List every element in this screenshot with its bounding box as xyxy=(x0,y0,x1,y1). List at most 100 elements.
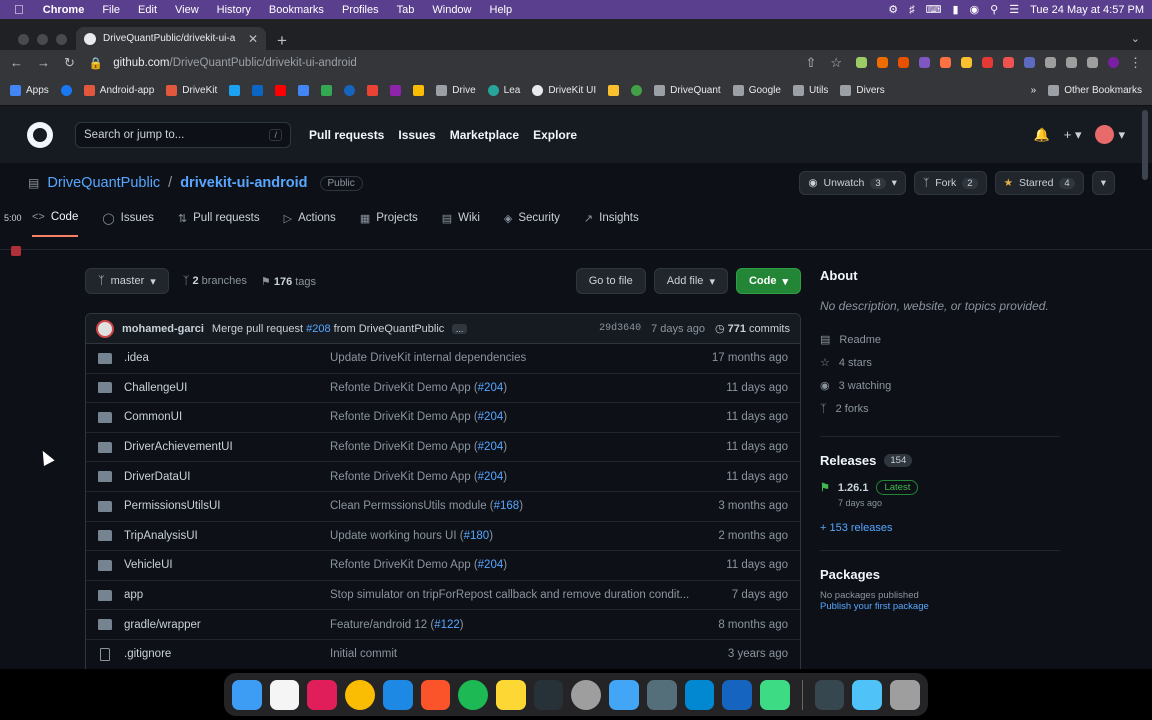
spotify-icon[interactable] xyxy=(458,679,489,710)
file-commit-message[interactable]: Stop simulator on tripForRepost callback… xyxy=(330,589,732,601)
commit-expand-button[interactable]: ... xyxy=(451,323,468,334)
clock[interactable]: Tue 24 May at 4:57 PM xyxy=(1030,4,1144,16)
close-tab-icon[interactable]: ✕ xyxy=(248,32,258,46)
forks-link[interactable]: ᛉ 2 forks xyxy=(820,397,1060,420)
bookmarks-overflow-icon[interactable]: » xyxy=(1031,85,1037,96)
sidebar-icon[interactable] xyxy=(1087,57,1098,68)
nav-explore[interactable]: Explore xyxy=(533,128,577,142)
file-commit-pr-link[interactable]: #204 xyxy=(478,559,504,571)
bookmark-star-icon[interactable]: ☆ xyxy=(830,55,842,71)
extension-icon[interactable] xyxy=(919,57,930,68)
screen-share-icon[interactable] xyxy=(684,679,715,710)
file-name-link[interactable]: VehicleUI xyxy=(124,559,330,571)
file-name-link[interactable]: DriverDataUI xyxy=(124,471,330,483)
lock-icon[interactable]: 🔒 xyxy=(89,56,103,70)
releases-heading[interactable]: Releases 154 xyxy=(820,453,1060,468)
tab-actions[interactable]: ▷ Actions xyxy=(284,211,336,237)
more-releases-link[interactable]: + 153 releases xyxy=(820,522,1060,534)
file-name-link[interactable]: ChallengeUI xyxy=(124,382,330,394)
search-status-icon[interactable]: ⚲ xyxy=(990,3,998,16)
latest-release[interactable]: ⚑ 1.26.1 Latest xyxy=(820,480,1060,495)
bookmark-drivequant[interactable]: DriveQuant xyxy=(654,84,721,96)
tab-security[interactable]: ◈ Security xyxy=(504,211,560,237)
bookmark-youtube[interactable] xyxy=(275,84,287,96)
user-menu[interactable]: ▾ xyxy=(1095,125,1125,144)
xcode-icon[interactable] xyxy=(609,679,639,710)
extension-icon[interactable] xyxy=(982,57,993,68)
forward-icon[interactable]: → xyxy=(37,55,50,70)
android-studio-icon[interactable] xyxy=(760,679,790,710)
menu-file[interactable]: File xyxy=(93,4,129,16)
bookmark-apps[interactable]: Apps xyxy=(10,84,49,96)
bell-icon[interactable]: 🔔 xyxy=(1034,127,1050,143)
table-row[interactable]: CommonUI Refonte DriveKit Demo App (#204)… xyxy=(86,403,800,433)
tab-pull-requests[interactable]: ⇅ Pull requests xyxy=(178,211,260,237)
unwatch-button[interactable]: ◉ Unwatch 3 ▾ xyxy=(799,171,906,195)
extension-icon[interactable] xyxy=(961,57,972,68)
table-row[interactable]: ChallengeUI Refonte DriveKit Demo App (#2… xyxy=(86,374,800,404)
system-preferences-icon[interactable] xyxy=(571,679,602,710)
gear-status-icon[interactable]: ⚙ xyxy=(888,3,898,16)
plus-dropdown-icon[interactable]: + ▾ xyxy=(1064,127,1082,143)
bookmark-calendar[interactable] xyxy=(298,84,310,96)
control-center-icon[interactable]: ☰ xyxy=(1009,3,1019,16)
reload-icon[interactable]: ↻ xyxy=(64,55,75,71)
table-row[interactable]: .idea Update DriveKit internal dependenci… xyxy=(86,344,800,374)
proxyman-icon[interactable] xyxy=(722,679,753,710)
bookmark-google[interactable]: Google xyxy=(732,84,781,96)
keyboard-status-icon[interactable]: ⌨ xyxy=(926,3,942,16)
bookmark-paypal[interactable] xyxy=(344,84,356,96)
fork-button[interactable]: ᛉ Fork 2 xyxy=(913,171,987,195)
star-lists-button[interactable]: ▾ xyxy=(1091,171,1115,195)
file-commit-message[interactable]: Refonte DriveKit Demo App (#204) xyxy=(330,411,726,423)
extension-icon[interactable] xyxy=(877,57,888,68)
commit-message[interactable]: Merge pull request #208 from DriveQuantP… xyxy=(212,323,444,335)
add-file-button[interactable]: Add file ▾ xyxy=(653,268,728,294)
go-to-file-button[interactable]: Go to file xyxy=(575,268,646,294)
menu-history[interactable]: History xyxy=(208,4,260,16)
file-name-link[interactable]: .gitignore xyxy=(124,648,330,660)
bookmark-gmail[interactable] xyxy=(367,84,379,96)
file-commit-pr-link[interactable]: #204 xyxy=(478,441,504,453)
file-commit-message[interactable]: Feature/android 12 (#122) xyxy=(330,619,718,631)
file-commit-message[interactable]: Refonte DriveKit Demo App (#204) xyxy=(330,559,726,571)
tab-issues[interactable]: ◯ Issues xyxy=(102,211,154,237)
commit-hash[interactable]: 29d3640 xyxy=(599,323,641,334)
bookmark-android-app[interactable]: Android-app xyxy=(83,84,154,96)
file-name-link[interactable]: app xyxy=(124,589,330,601)
new-tab-icon[interactable]: + xyxy=(277,31,287,51)
table-row[interactable]: app Stop simulator on tripForRepost callb… xyxy=(86,581,800,611)
table-row[interactable]: gradle/wrapper Feature/android 12 (#122) 8… xyxy=(86,610,800,640)
trash-icon[interactable] xyxy=(890,679,920,710)
bookmark-maps[interactable] xyxy=(321,84,333,96)
browser-tab-active[interactable]: DriveQuantPublic/drivekit-ui-a ✕ xyxy=(76,27,266,50)
finder-icon[interactable] xyxy=(232,679,262,710)
recent-window-icon[interactable] xyxy=(852,679,883,710)
file-commit-message[interactable]: Refonte DriveKit Demo App (#204) xyxy=(330,441,726,453)
bookmark-divers[interactable]: Divers xyxy=(840,84,885,96)
table-row[interactable]: PermissionsUtilsUI Clean PermssionsUtils … xyxy=(86,492,800,522)
file-commit-pr-link[interactable]: #204 xyxy=(478,471,504,483)
terminal-icon[interactable] xyxy=(533,679,564,710)
bookmark-drivekit[interactable]: DriveKit xyxy=(166,84,217,96)
page-scrollbar[interactable] xyxy=(1142,110,1148,180)
file-commit-message[interactable]: Update DriveKit internal dependencies xyxy=(330,352,712,364)
file-commit-pr-link[interactable]: #168 xyxy=(494,500,520,512)
bookmark-lea[interactable]: Lea xyxy=(487,84,520,96)
bookmark-drivekit-ui[interactable]: DriveKit UI xyxy=(532,84,596,96)
bookmark-drive-icon-only[interactable] xyxy=(413,84,425,96)
minimize-window-icon[interactable] xyxy=(37,34,48,45)
battery-status-icon[interactable]: ▮ xyxy=(952,3,958,16)
bookmark-utils[interactable]: Utils xyxy=(792,84,828,96)
nav-marketplace[interactable]: Marketplace xyxy=(450,128,519,142)
branch-select[interactable]: ᛉ master ▾ xyxy=(85,268,169,294)
watching-link[interactable]: ◉ 3 watching xyxy=(820,374,1060,397)
notes-icon[interactable] xyxy=(496,679,526,710)
bluetooth-status-icon[interactable]: ♯ xyxy=(909,4,915,16)
wifi-status-icon[interactable]: ◉ xyxy=(970,3,980,16)
branches-link[interactable]: ᛉ 2 branches xyxy=(183,275,247,287)
file-name-link[interactable]: CommonUI xyxy=(124,411,330,423)
extension-icon[interactable] xyxy=(856,57,867,68)
search-input[interactable]: Search or jump to... / xyxy=(75,121,291,148)
menu-bookmarks[interactable]: Bookmarks xyxy=(260,4,333,16)
